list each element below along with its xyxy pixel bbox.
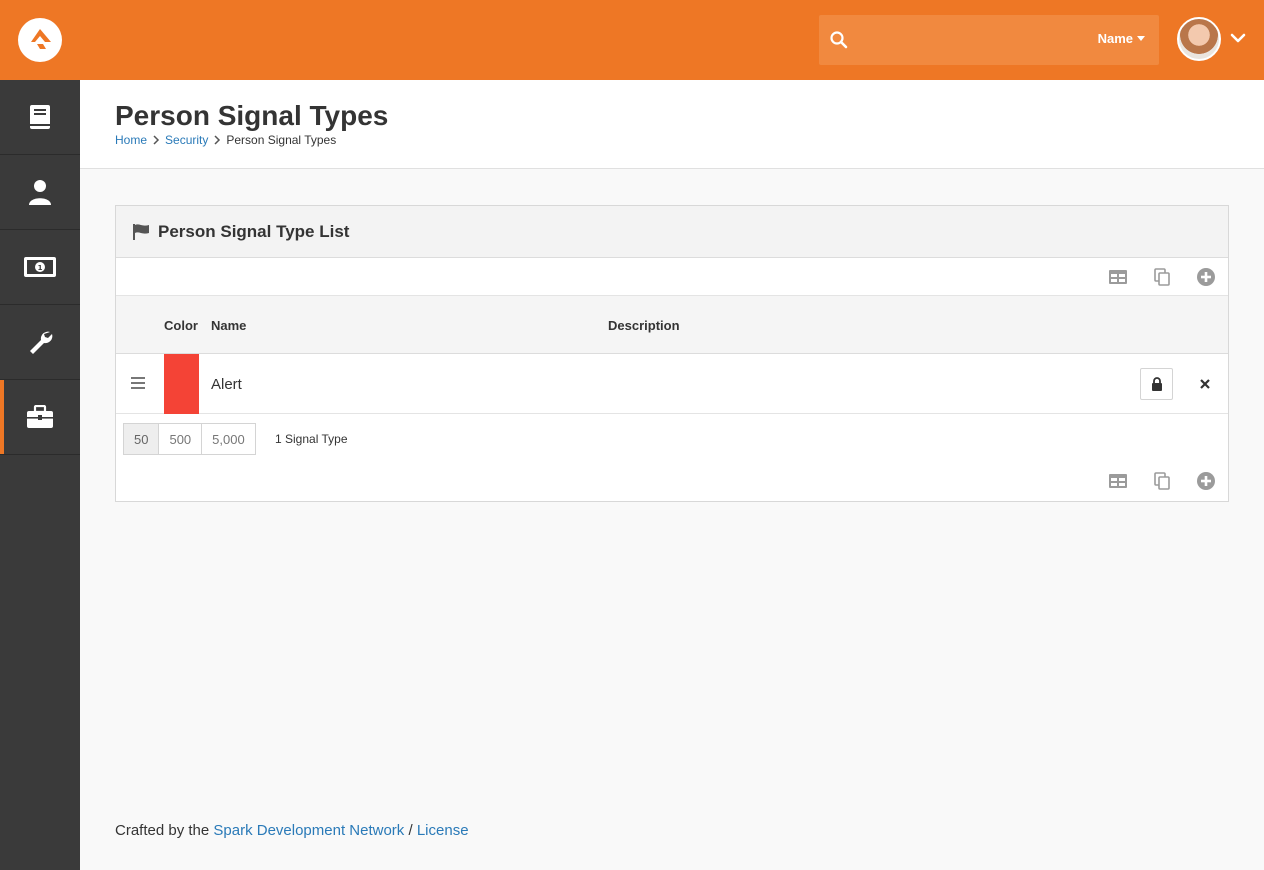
wrench-icon xyxy=(30,331,53,354)
grid-header: Color Name Description xyxy=(116,296,1228,354)
search-filter-label: Name xyxy=(1097,31,1133,46)
top-bar: Name xyxy=(0,0,1264,80)
person-icon xyxy=(29,180,51,205)
sidebar-item-people[interactable] xyxy=(0,155,80,230)
plus-circle-icon xyxy=(1197,472,1215,490)
page-size-500[interactable]: 500 xyxy=(158,423,203,455)
plus-circle-icon xyxy=(1197,268,1215,286)
row-name: Alert xyxy=(211,376,242,393)
lock-icon xyxy=(1151,377,1162,391)
table-row[interactable]: Alert xyxy=(116,354,1228,414)
page-size-5000[interactable]: 5,000 xyxy=(201,423,256,455)
copy-icon xyxy=(1154,268,1170,286)
column-name[interactable]: Name xyxy=(211,318,246,333)
add-button[interactable] xyxy=(1184,258,1228,296)
footer: Crafted by the Spark Development Network… xyxy=(115,822,469,839)
export-excel-button[interactable] xyxy=(1096,258,1140,296)
page-title: Person Signal Types xyxy=(115,100,389,131)
table-icon xyxy=(1109,270,1127,284)
spark-link[interactable]: Spark Development Network xyxy=(213,822,404,839)
table-icon xyxy=(1109,474,1127,488)
briefcase-icon xyxy=(27,405,53,428)
search-input[interactable] xyxy=(859,25,1079,55)
grid-actions-bottom xyxy=(1096,462,1228,500)
merge-template-button[interactable] xyxy=(1140,462,1184,500)
drag-handle-icon[interactable] xyxy=(130,376,146,390)
merge-template-button[interactable] xyxy=(1140,258,1184,296)
delete-button[interactable] xyxy=(1194,368,1216,400)
breadcrumb-security[interactable]: Security xyxy=(165,133,208,147)
page-header: Person Signal Types Home Security Person… xyxy=(80,80,1264,169)
search-bar: Name xyxy=(819,15,1159,65)
breadcrumb: Home Security Person Signal Types xyxy=(115,133,336,147)
rock-logo-icon[interactable] xyxy=(18,18,62,62)
chevron-right-icon xyxy=(214,135,221,145)
grid-actions-top xyxy=(116,258,1228,296)
chevron-right-icon xyxy=(153,135,160,145)
caret-down-icon xyxy=(1137,36,1145,41)
chevron-down-icon[interactable] xyxy=(1230,30,1246,46)
breadcrumb-current: Person Signal Types xyxy=(226,133,337,147)
footer-separator: / xyxy=(408,822,413,839)
page-size-group: 50 500 5,000 xyxy=(123,423,256,455)
signal-type-panel: Person Signal Type List Color Name Descr… xyxy=(115,205,1229,502)
sidebar: 1 xyxy=(0,80,80,870)
security-button[interactable] xyxy=(1140,368,1173,400)
column-color[interactable]: Color xyxy=(164,318,198,333)
export-excel-button[interactable] xyxy=(1096,462,1140,500)
panel-title: Person Signal Type List xyxy=(158,221,350,241)
close-icon xyxy=(1200,379,1210,389)
license-link[interactable]: License xyxy=(417,822,469,839)
sidebar-item-book[interactable] xyxy=(0,80,80,155)
color-swatch xyxy=(164,354,199,414)
grid-pager: 50 500 5,000 1 Signal Type xyxy=(116,414,1228,490)
copy-icon xyxy=(1154,472,1170,490)
breadcrumb-home[interactable]: Home xyxy=(115,133,147,147)
money-icon: 1 xyxy=(24,257,56,277)
sidebar-item-tools[interactable] xyxy=(0,380,80,455)
page-size-50[interactable]: 50 xyxy=(123,423,160,455)
avatar[interactable] xyxy=(1177,17,1221,61)
sidebar-item-finance[interactable]: 1 xyxy=(0,230,80,305)
search-icon xyxy=(830,31,848,49)
column-description[interactable]: Description xyxy=(608,318,680,333)
svg-text:1: 1 xyxy=(38,264,43,272)
search-filter-dropdown[interactable]: Name xyxy=(1098,31,1145,46)
flag-icon xyxy=(133,224,149,240)
add-button[interactable] xyxy=(1184,462,1228,500)
item-count: 1 Signal Type xyxy=(275,432,348,446)
sidebar-item-admin-tools[interactable] xyxy=(0,305,80,380)
book-icon xyxy=(30,105,50,129)
panel-heading: Person Signal Type List xyxy=(116,206,1228,258)
footer-prefix: Crafted by the xyxy=(115,822,210,839)
